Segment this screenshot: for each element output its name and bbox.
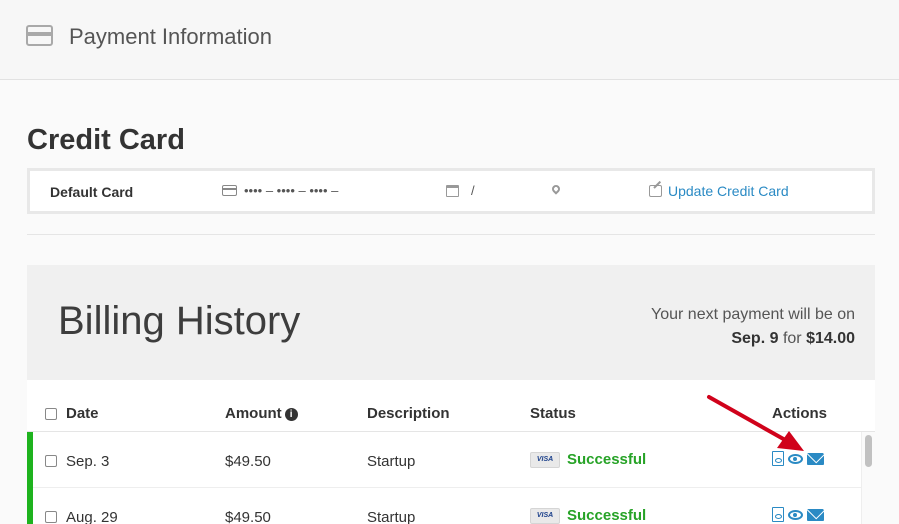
- section-divider: [27, 234, 875, 235]
- row-checkbox[interactable]: [45, 511, 57, 523]
- default-card-box: Default Card •••• – •••• – •••• – / Upda…: [27, 168, 875, 214]
- table-row: Aug. 29 $49.50 Startup VISA Successful: [27, 488, 861, 524]
- card-expiry: /: [446, 183, 475, 198]
- status-indicator: [27, 432, 33, 488]
- credit-card-icon: [26, 25, 53, 46]
- row-amount: $49.50: [225, 453, 271, 470]
- next-payment-amount: $14.00: [806, 330, 855, 347]
- billing-history-title: Billing History: [58, 299, 301, 343]
- default-card-label: Default Card: [50, 184, 134, 200]
- select-all-checkbox[interactable]: [45, 408, 57, 420]
- pdf-icon[interactable]: [772, 451, 784, 466]
- row-actions: [772, 451, 824, 466]
- row-checkbox[interactable]: [45, 455, 57, 467]
- row-actions: [772, 507, 824, 522]
- status-text: Successful: [567, 451, 647, 468]
- credit-card-heading: Credit Card: [27, 124, 185, 156]
- scrollbar[interactable]: [861, 432, 875, 524]
- envelope-icon[interactable]: [807, 452, 824, 465]
- table-header: Date Amount i Description Status Actions: [27, 380, 875, 432]
- column-date[interactable]: Date: [66, 405, 99, 422]
- column-amount-label: Amount: [225, 405, 282, 422]
- update-credit-card-label: Update Credit Card: [668, 183, 789, 199]
- column-actions: Actions: [772, 405, 828, 422]
- status-text: Successful: [567, 507, 647, 524]
- page-title: Payment Information: [69, 24, 272, 49]
- visa-icon: VISA: [530, 507, 560, 524]
- scrollbar-thumb[interactable]: [865, 435, 872, 467]
- next-payment-date: Sep. 9: [731, 330, 779, 347]
- billing-history-header: Billing History Your next payment will b…: [27, 265, 875, 380]
- row-status: VISA Successful: [530, 451, 646, 468]
- table-row: Sep. 3 $49.50 Startup VISA Successful: [27, 432, 861, 488]
- billing-table: Date Amount i Description Status Actions …: [27, 380, 875, 524]
- eye-icon[interactable]: [788, 509, 803, 520]
- eye-icon[interactable]: [788, 453, 803, 464]
- edit-icon: [649, 185, 662, 197]
- row-status: VISA Successful: [530, 507, 646, 524]
- row-date: Aug. 29: [66, 509, 118, 524]
- card-number: •••• – •••• – •••• –: [222, 183, 338, 198]
- row-description: Startup: [367, 453, 416, 470]
- row-description: Startup: [367, 509, 416, 524]
- column-amount[interactable]: Amount i: [225, 405, 298, 422]
- envelope-icon[interactable]: [807, 508, 824, 521]
- card-expiry-text: /: [471, 183, 475, 198]
- info-icon[interactable]: i: [284, 408, 298, 421]
- page-header: Payment Information: [0, 0, 899, 80]
- next-payment-prefix: Your next payment will be on: [651, 306, 855, 323]
- next-payment-for: for: [782, 330, 802, 347]
- column-description[interactable]: Description: [367, 405, 450, 422]
- update-credit-card-link[interactable]: Update Credit Card: [649, 183, 789, 199]
- row-date: Sep. 3: [66, 453, 110, 470]
- card-icon: [222, 185, 237, 196]
- column-status[interactable]: Status: [530, 405, 576, 422]
- row-amount: $49.50: [225, 509, 271, 524]
- next-payment-info: Your next payment will be on Sep. 9 for …: [651, 303, 855, 351]
- visa-icon: VISA: [530, 451, 560, 468]
- map-marker-icon: [550, 183, 562, 195]
- card-number-text: •••• – •••• – •••• –: [244, 183, 339, 198]
- calendar-icon: [446, 184, 459, 197]
- pdf-icon[interactable]: [772, 507, 784, 522]
- status-indicator: [27, 488, 33, 524]
